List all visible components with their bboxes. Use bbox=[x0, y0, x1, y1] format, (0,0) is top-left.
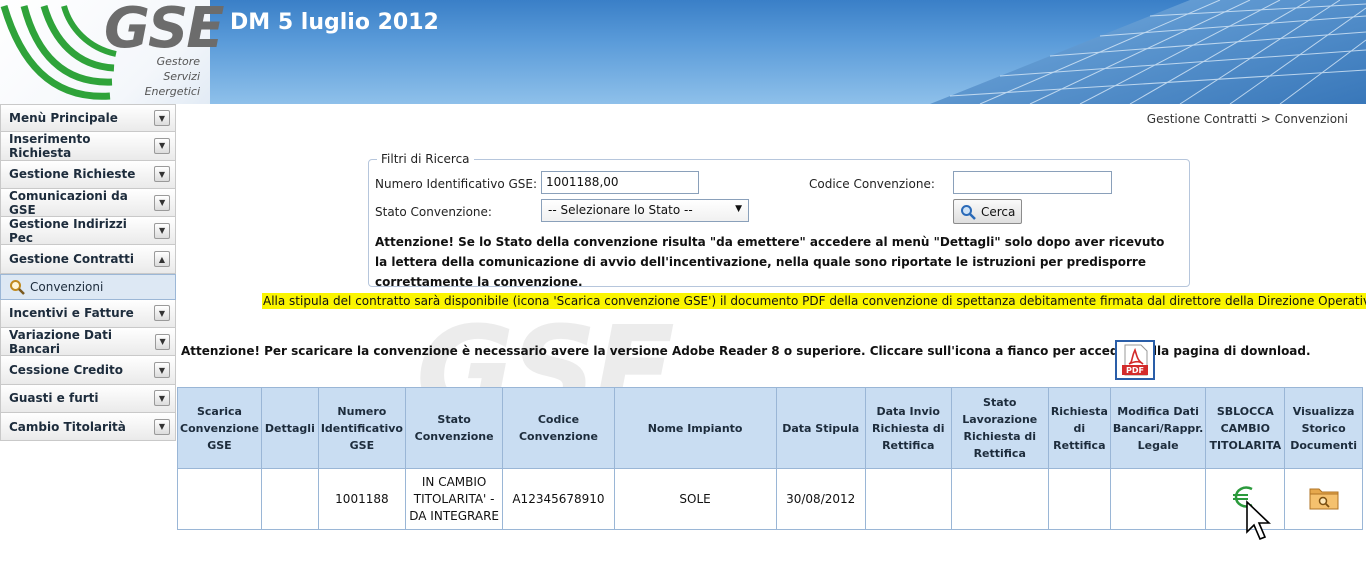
sidebar-item-label: Gestione Richieste bbox=[9, 167, 136, 182]
logo-text: GSE bbox=[104, 0, 225, 61]
logo-subtitle-line: Servizi bbox=[163, 70, 200, 83]
sidebar-item-menu-principale[interactable]: Menù Principale ▼ bbox=[0, 104, 176, 133]
folder-search-icon[interactable] bbox=[1308, 483, 1340, 511]
sidebar-item-cambio-titolarita[interactable]: Cambio Titolarità ▼ bbox=[0, 412, 176, 442]
search-icon bbox=[10, 279, 25, 295]
numero-identificativo-label: Numero Identificativo GSE: bbox=[375, 177, 538, 191]
codice-convenzione-input[interactable] bbox=[953, 171, 1112, 194]
sidebar-item-cessione-credito[interactable]: Cessione Credito ▼ bbox=[0, 356, 176, 385]
nome-impianto-cell: SOLE bbox=[613, 468, 777, 530]
sidebar-item-label: Menù Principale bbox=[9, 111, 118, 126]
chevron-down-icon[interactable]: ▼ bbox=[154, 166, 170, 183]
gse-logo: GSE Gestore Servizi Energetici bbox=[0, 0, 225, 104]
search-button-label: Cerca bbox=[981, 204, 1016, 219]
data-invio-cell bbox=[864, 468, 952, 530]
header-banner: GSE Gestore Servizi Energetici DM 5 lugl… bbox=[0, 0, 1366, 104]
chevron-up-icon[interactable]: ▲ bbox=[154, 251, 170, 268]
filters-legend: Filtri di Ricerca bbox=[377, 152, 474, 166]
sidebar: Menù Principale ▼ Inserimento Richiesta ▼ … bbox=[0, 104, 176, 575]
sidebar-item-label: Incentivi e Fatture bbox=[9, 306, 134, 321]
sidebar-item-gestione-contratti[interactable]: Gestione Contratti ▲ bbox=[0, 245, 176, 274]
pdf-download-icon[interactable]: PDF bbox=[1115, 340, 1155, 380]
sidebar-item-gestione-pec[interactable]: Gestione Indirizzi Pec ▼ bbox=[0, 216, 176, 246]
sidebar-item-label: Variazione Dati Bancari bbox=[9, 327, 112, 356]
numero-cell: 1001188 bbox=[317, 468, 406, 530]
column-header: Data Stipula bbox=[775, 387, 866, 469]
scarica-cell[interactable] bbox=[177, 468, 262, 530]
pdf-icon: PDF bbox=[1122, 344, 1148, 376]
app-title: DM 5 luglio 2012 bbox=[230, 10, 439, 35]
table-header-row: Scarica Convenzione GSE Dettagli Numero … bbox=[177, 387, 1363, 469]
chevron-down-icon[interactable]: ▼ bbox=[154, 305, 170, 322]
column-header: Numero Identificativo GSE bbox=[317, 387, 406, 469]
sidebar-item-variazione-dati[interactable]: Variazione Dati Bancari ▼ bbox=[0, 327, 176, 357]
column-header: Data Invio Richiesta di Rettifica bbox=[864, 387, 952, 469]
mouse-cursor-icon bbox=[1246, 500, 1271, 541]
stato-cell: IN CAMBIO TITOLARITA' - DA INTEGRARE bbox=[404, 468, 504, 530]
richiesta-rettifica-cell[interactable] bbox=[1047, 468, 1111, 530]
sidebar-item-label: Guasti e furti bbox=[9, 391, 99, 406]
column-header: Stato Convenzione bbox=[404, 387, 504, 469]
sidebar-item-incentivi[interactable]: Incentivi e Fatture ▼ bbox=[0, 299, 176, 329]
column-header: Richiesta di Rettifica bbox=[1047, 387, 1111, 469]
data-stipula-cell: 30/08/2012 bbox=[775, 468, 866, 530]
convenzioni-table: Scarica Convenzione GSE Dettagli Numero … bbox=[177, 387, 1363, 530]
sidebar-item-label: Gestione Indirizzi Pec bbox=[9, 216, 127, 245]
table-row: 1001188 IN CAMBIO TITOLARITA' - DA INTEG… bbox=[177, 468, 1363, 530]
gse-swoosh-icon bbox=[0, 4, 117, 100]
sidebar-item-comunicazioni[interactable]: Comunicazioni da GSE ▼ bbox=[0, 188, 176, 218]
chevron-down-icon[interactable]: ▼ bbox=[154, 418, 170, 435]
sidebar-item-gestione-richieste[interactable]: Gestione Richieste ▼ bbox=[0, 160, 176, 189]
main-content: Gestione Contratti > Convenzioni Filtri … bbox=[176, 104, 1366, 575]
filters-note: Attenzione! Se lo Stato della convenzion… bbox=[375, 235, 1165, 289]
column-header: Visualizza Storico Documenti bbox=[1284, 387, 1363, 469]
chevron-down-icon[interactable]: ▼ bbox=[155, 333, 170, 350]
storico-documenti-cell bbox=[1284, 468, 1363, 530]
stato-lavorazione-cell bbox=[950, 468, 1049, 530]
stato-selected-value: -- Selezionare lo Stato -- bbox=[548, 203, 693, 217]
sidebar-subitem-convenzioni[interactable]: Convenzioni bbox=[0, 273, 176, 300]
logo-subtitle-line: Gestore bbox=[156, 55, 200, 68]
column-header: Dettagli bbox=[260, 387, 319, 469]
chevron-down-icon[interactable]: ▼ bbox=[154, 390, 170, 407]
breadcrumb: Gestione Contratti > Convenzioni bbox=[1146, 112, 1348, 126]
column-header: Modifica Dati Bancari/Rappr. Legale bbox=[1109, 387, 1207, 469]
search-filters-panel: Filtri di Ricerca Numero Identificativo … bbox=[368, 152, 1190, 289]
chevron-down-icon[interactable]: ▼ bbox=[154, 110, 170, 127]
column-header: Stato Lavorazione Richiesta di Rettifica bbox=[950, 387, 1049, 469]
stato-convenzione-label: Stato Convenzione: bbox=[375, 205, 492, 219]
dettagli-cell[interactable] bbox=[260, 468, 319, 530]
sidebar-item-label: Gestione Contratti bbox=[9, 252, 135, 267]
sidebar-item-label: Cessione Credito bbox=[9, 363, 123, 378]
sidebar-item-guasti-furti[interactable]: Guasti e furti ▼ bbox=[0, 384, 176, 413]
column-header: Nome Impianto bbox=[613, 387, 777, 469]
chevron-down-icon[interactable]: ▼ bbox=[154, 194, 170, 211]
codice-convenzione-label: Codice Convenzione: bbox=[809, 177, 935, 191]
column-header: Codice Convenzione bbox=[502, 387, 615, 469]
modifica-dati-cell[interactable] bbox=[1109, 468, 1207, 530]
sidebar-item-inserimento-richiesta[interactable]: Inserimento Richiesta ▼ bbox=[0, 131, 176, 161]
logo-subtitle-line: Energetici bbox=[144, 85, 200, 98]
yellow-notice: Alla stipula del contratto sarà disponib… bbox=[262, 293, 1366, 309]
sidebar-item-label: Cambio Titolarità bbox=[9, 419, 126, 434]
codice-cell: A12345678910 bbox=[502, 468, 615, 530]
sidebar-subitem-label: Convenzioni bbox=[30, 279, 104, 294]
stato-convenzione-select[interactable]: -- Selezionare lo Stato -- ▼ bbox=[541, 199, 749, 222]
column-header: SBLOCCA CAMBIO TITOLARITA bbox=[1205, 387, 1286, 469]
chevron-down-icon: ▼ bbox=[735, 204, 742, 214]
chevron-down-icon[interactable]: ▼ bbox=[154, 362, 170, 379]
search-button[interactable]: Cerca bbox=[953, 199, 1023, 224]
pdf-label: PDF bbox=[1126, 366, 1144, 375]
solar-panels-image bbox=[930, 0, 1366, 104]
sidebar-item-label: Inserimento Richiesta bbox=[9, 131, 91, 160]
numero-identificativo-input[interactable]: 1001188,00 bbox=[541, 171, 699, 194]
sidebar-item-label: Comunicazioni da GSE bbox=[9, 188, 128, 217]
search-icon bbox=[961, 204, 976, 220]
column-header: Scarica Convenzione GSE bbox=[177, 387, 262, 469]
chevron-down-icon[interactable]: ▼ bbox=[154, 137, 170, 154]
chevron-down-icon[interactable]: ▼ bbox=[154, 222, 170, 239]
